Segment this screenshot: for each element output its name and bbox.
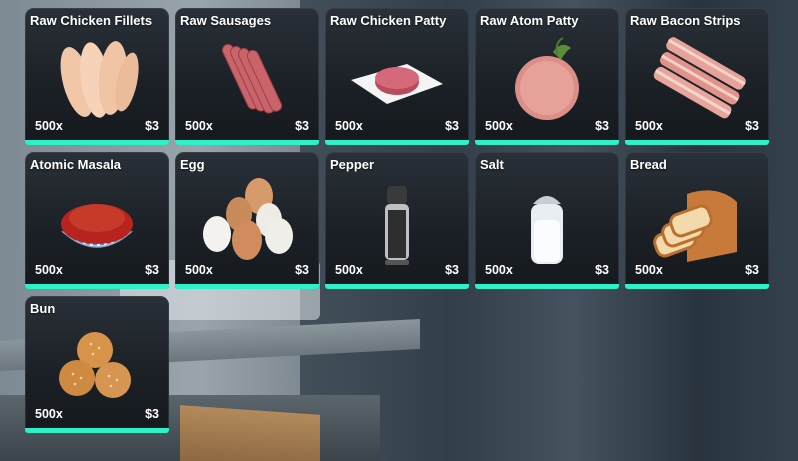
item-accent-bar (475, 284, 619, 289)
item-price: $3 (145, 263, 159, 277)
chicken-fillets-icon (60, 41, 139, 118)
chicken-patty-icon (351, 64, 443, 104)
item-name: Raw Chicken Fillets (30, 13, 153, 28)
item-price: $3 (145, 407, 159, 421)
item-accent-bar (175, 140, 319, 145)
item-accent-bar (325, 140, 469, 145)
item-accent-bar (475, 140, 619, 145)
item-quantity: 500x (335, 119, 363, 133)
shop-item-bun[interactable]: Bun 500x $3 (25, 296, 169, 433)
item-price: $3 (295, 263, 309, 277)
salt-shaker-icon (531, 196, 563, 264)
item-accent-bar (25, 140, 169, 145)
item-name: Bun (30, 301, 56, 316)
item-name: Raw Sausages (180, 13, 272, 28)
item-quantity: 500x (35, 407, 63, 421)
eggs-icon (203, 178, 293, 260)
shop-item-raw-atom-patty[interactable]: Raw Atom Patty 500x $3 (475, 8, 619, 145)
item-accent-bar (625, 284, 769, 289)
sausages-icon (221, 44, 283, 114)
buns-icon (59, 332, 131, 398)
item-quantity: 500x (635, 119, 663, 133)
item-price: $3 (595, 263, 609, 277)
shop-item-raw-chicken-fillets[interactable]: Raw Chicken Fillets 500x $3 (25, 8, 169, 145)
item-quantity: 500x (485, 263, 513, 277)
item-quantity: 500x (35, 119, 63, 133)
shop-item-bread[interactable]: Bread 500x $3 (625, 152, 769, 289)
item-accent-bar (625, 140, 769, 145)
shop-item-salt[interactable]: Salt 500x $3 (475, 152, 619, 289)
shop-item-raw-sausages[interactable]: Raw Sausages 500x $3 (175, 8, 319, 145)
shop-item-pepper[interactable]: Pepper 500x $3 (325, 152, 469, 289)
item-name: Salt (480, 157, 504, 172)
pepper-grinder-icon (385, 186, 409, 265)
item-quantity: 500x (335, 263, 363, 277)
shop-item-raw-chicken-patty[interactable]: Raw Chicken Patty 500x $3 (325, 8, 469, 145)
item-name: Raw Bacon Strips (630, 13, 741, 28)
item-quantity: 500x (635, 263, 663, 277)
bread-loaf-icon (653, 190, 737, 262)
item-accent-bar (25, 428, 169, 433)
atom-patty-icon (515, 37, 579, 120)
shop-item-atomic-masala[interactable]: Atomic Masala 500x $3 (25, 152, 169, 289)
bacon-strips-icon (653, 37, 746, 119)
item-price: $3 (745, 263, 759, 277)
shop-item-raw-bacon-strips[interactable]: Raw Bacon Strips 500x $3 (625, 8, 769, 145)
item-name: Egg (180, 157, 205, 172)
item-name: Atomic Masala (30, 157, 122, 172)
shop-item-egg[interactable]: Egg 500x $3 (175, 152, 319, 289)
item-name: Bread (630, 157, 667, 172)
item-name: Raw Atom Patty (480, 13, 579, 28)
item-accent-bar (325, 284, 469, 289)
item-quantity: 500x (485, 119, 513, 133)
item-price: $3 (295, 119, 309, 133)
masala-bowl-icon (61, 204, 133, 248)
item-name: Pepper (330, 157, 375, 172)
item-quantity: 500x (185, 119, 213, 133)
item-name: Raw Chicken Patty (330, 13, 447, 28)
item-quantity: 500x (185, 263, 213, 277)
item-quantity: 500x (35, 263, 63, 277)
item-accent-bar (25, 284, 169, 289)
item-accent-bar (175, 284, 319, 289)
item-price: $3 (595, 119, 609, 133)
item-price: $3 (745, 119, 759, 133)
item-price: $3 (445, 119, 459, 133)
item-price: $3 (145, 119, 159, 133)
item-price: $3 (445, 263, 459, 277)
